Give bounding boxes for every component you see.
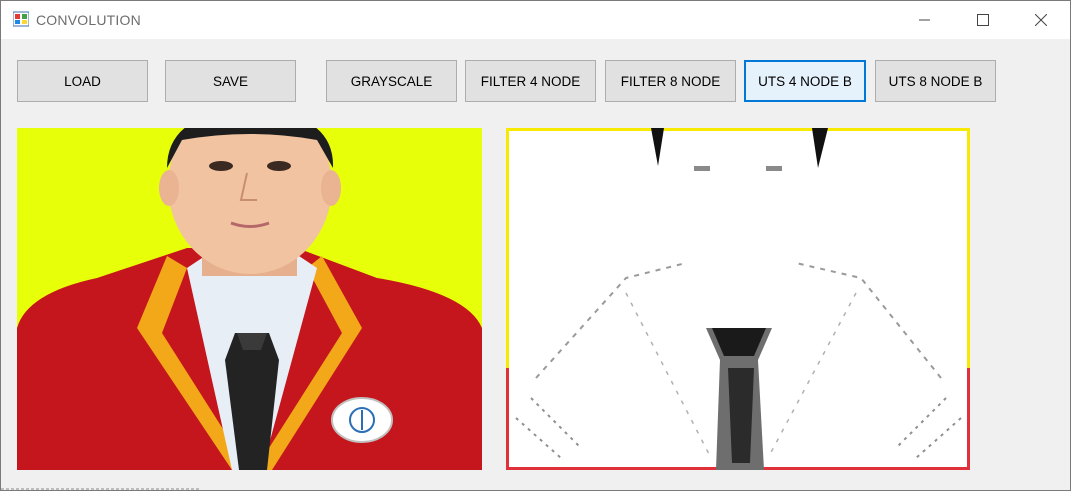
windows-forms-icon <box>13 11 29 27</box>
maximize-icon <box>977 14 989 26</box>
minimize-icon <box>919 19 930 21</box>
filter-8-node-button[interactable]: FILTER 8 NODE <box>605 60 736 102</box>
close-button[interactable] <box>1012 1 1070 39</box>
title-bar[interactable]: CONVOLUTION <box>1 1 1070 39</box>
uts-4-node-b-button[interactable]: UTS 4 NODE B <box>744 60 866 102</box>
status-strip <box>1 488 201 490</box>
save-button[interactable]: SAVE <box>165 60 296 102</box>
app-window: CONVOLUTION LOAD SAVE GRAYSCALE FILTER 4… <box>0 0 1071 491</box>
minimize-button[interactable] <box>896 1 954 39</box>
window-title: CONVOLUTION <box>36 12 141 28</box>
original-image-box <box>17 128 482 470</box>
processed-image <box>506 128 970 470</box>
original-image <box>17 128 482 470</box>
grayscale-button[interactable]: GRAYSCALE <box>326 60 457 102</box>
processed-image-box <box>506 128 970 470</box>
uts-8-node-b-button[interactable]: UTS 8 NODE B <box>875 60 996 102</box>
close-icon <box>1035 14 1047 26</box>
maximize-button[interactable] <box>954 1 1012 39</box>
filter-4-node-button[interactable]: FILTER 4 NODE <box>465 60 596 102</box>
load-button[interactable]: LOAD <box>17 60 148 102</box>
